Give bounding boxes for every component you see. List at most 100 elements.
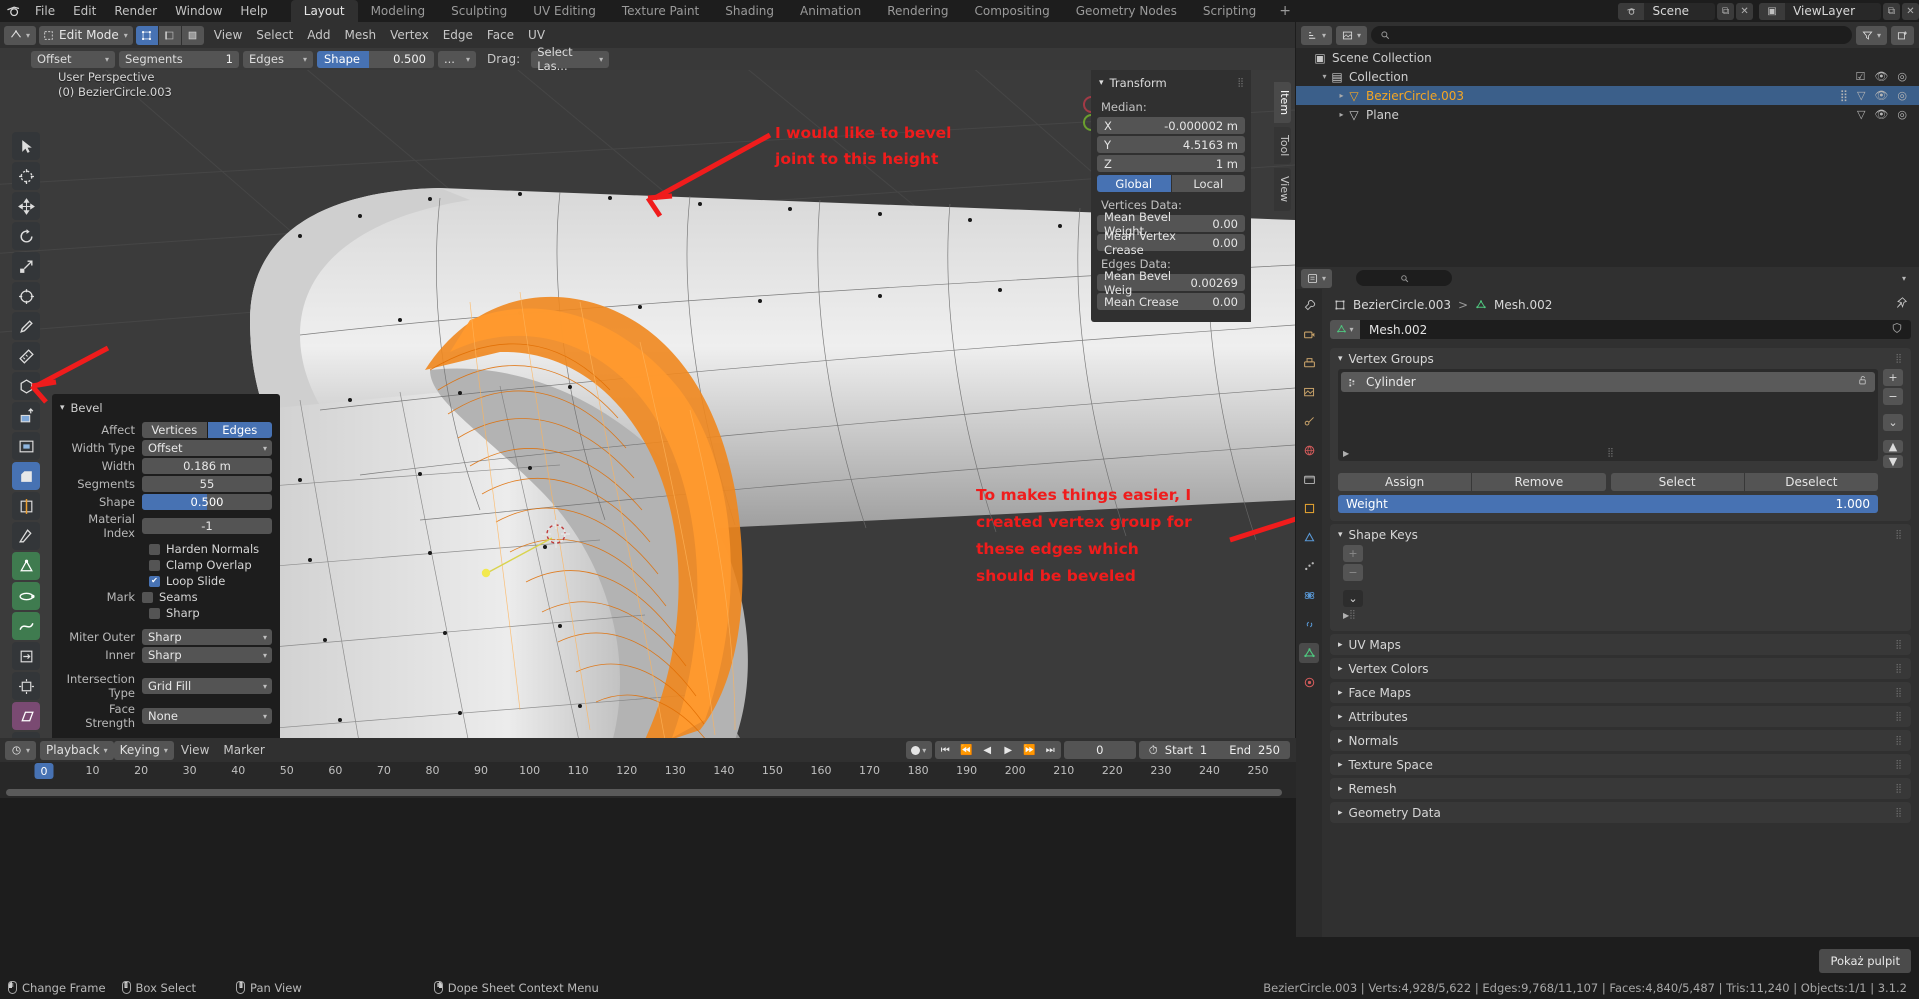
median-field-2[interactable]: Z 1 m bbox=[1097, 155, 1245, 172]
annotate-tool-icon[interactable] bbox=[12, 312, 40, 340]
sidebar-tab-item[interactable]: Item bbox=[1274, 82, 1291, 124]
bevel-clamp-overlap-row[interactable]: Clamp Overlap bbox=[60, 558, 272, 572]
eye-icon[interactable]: 👁 bbox=[1874, 70, 1888, 83]
add-cube-tool-icon[interactable] bbox=[12, 372, 40, 400]
bevel-miter-inner-dropdown[interactable]: Sharp ▾ bbox=[142, 647, 272, 663]
menu-render[interactable]: Render bbox=[105, 0, 166, 22]
move-up-icon[interactable]: ▲ bbox=[1883, 440, 1903, 453]
vertex-group-list[interactable]: Cylinder ▶ ⣿ bbox=[1338, 369, 1878, 461]
camera-render-icon[interactable]: ◎ bbox=[1897, 70, 1907, 83]
space-global-button[interactable]: Global bbox=[1097, 175, 1171, 192]
outliner-row-beziercircle-003[interactable]: ▸ ▽ BezierCircle.003 ⣿ ▽ 👁 ◎ bbox=[1296, 86, 1919, 105]
space-local-button[interactable]: Local bbox=[1171, 175, 1245, 192]
bevel-shape-slider[interactable]: 0.500 bbox=[142, 494, 272, 510]
render-tab-icon[interactable] bbox=[1299, 324, 1319, 344]
panel-grip[interactable]: ⣿ bbox=[1895, 354, 1903, 364]
mesh-data-id-icon[interactable]: ▾ bbox=[1330, 320, 1360, 339]
prev-keyframe-icon[interactable]: ⏪ bbox=[956, 741, 977, 759]
add-vertex-group-button[interactable]: + bbox=[1883, 369, 1903, 386]
vertices-data-field-1[interactable]: Mean Vertex Crease 0.00 bbox=[1097, 229, 1245, 257]
mode-selector[interactable]: Edit Mode ▾ bbox=[39, 25, 133, 45]
view-layer-selector[interactable]: ▣ ViewLayer bbox=[1759, 2, 1881, 20]
collection-tab-icon[interactable] bbox=[1299, 469, 1319, 489]
viewport-menu-face[interactable]: Face bbox=[480, 26, 521, 45]
bevel-panel-header[interactable]: ▾ Bevel bbox=[60, 399, 272, 422]
select-button[interactable]: Select bbox=[1610, 473, 1744, 491]
workspace-tab-animation[interactable]: Animation bbox=[787, 0, 874, 22]
median-field-1[interactable]: Y 4.5163 m bbox=[1097, 136, 1245, 153]
object-tab-icon[interactable] bbox=[1299, 498, 1319, 518]
panel-uv-maps[interactable]: ▸ UV Maps ⣿ bbox=[1330, 634, 1911, 655]
poly-build-icon[interactable] bbox=[12, 552, 40, 580]
mesh-data-icon[interactable]: ▽ bbox=[1857, 89, 1865, 102]
unlock-icon[interactable] bbox=[1857, 375, 1868, 389]
expander-icon[interactable]: ▸ bbox=[1336, 91, 1347, 100]
assign-button[interactable]: Assign bbox=[1338, 473, 1472, 491]
timeline-editor-icon[interactable]: ▾ bbox=[5, 740, 37, 760]
scale-tool-icon[interactable] bbox=[12, 252, 40, 280]
move-down-icon[interactable]: ▼ bbox=[1883, 455, 1903, 468]
pin-icon[interactable] bbox=[1895, 297, 1908, 312]
panel-grip[interactable]: ⣿ bbox=[1895, 712, 1903, 722]
viewport-menu-uv[interactable]: UV bbox=[521, 26, 552, 45]
data-tab-icon[interactable] bbox=[1299, 643, 1319, 663]
panel-grip[interactable]: ⣿ bbox=[1895, 760, 1903, 770]
viewport-menu-vertex[interactable]: Vertex bbox=[383, 26, 436, 45]
bevel-mark-sharp-row[interactable]: Sharp bbox=[60, 606, 272, 620]
panel-grip[interactable]: ⣿ bbox=[1895, 640, 1903, 650]
workspace-tab-texture-paint[interactable]: Texture Paint bbox=[609, 0, 712, 22]
mark-sharp-checkbox[interactable] bbox=[149, 607, 160, 619]
transform-tool-icon[interactable] bbox=[12, 282, 40, 310]
viewport-menu-edge[interactable]: Edge bbox=[436, 26, 480, 45]
sidebar-tab-view[interactable]: View bbox=[1274, 168, 1291, 211]
transform-panel-header[interactable]: ▾ Transform ⣿ bbox=[1097, 74, 1245, 96]
mesh-id-field[interactable]: ▾ Mesh.002 bbox=[1330, 320, 1911, 339]
measure-tool-icon[interactable] bbox=[12, 342, 40, 370]
menu-window[interactable]: Window bbox=[166, 0, 231, 22]
panel-vertex-colors[interactable]: ▸ Vertex Colors ⣿ bbox=[1330, 658, 1911, 679]
checkbox-checked-icon[interactable]: ☑ bbox=[1856, 70, 1866, 83]
playhead[interactable]: 0 bbox=[34, 763, 54, 779]
workspace-tab-modeling[interactable]: Modeling bbox=[358, 0, 439, 22]
timeline-menu-view[interactable]: View bbox=[174, 741, 216, 760]
bevel-width-type-dropdown[interactable]: Offset ▾ bbox=[142, 440, 272, 456]
bevel-width-field[interactable]: 0.186 m bbox=[142, 458, 272, 474]
mesh-name-value[interactable]: Mesh.002 bbox=[1360, 323, 1427, 337]
properties-options-dropdown[interactable]: ▾ bbox=[1902, 274, 1914, 283]
auto-keying-toggle[interactable]: ▾ bbox=[905, 741, 932, 759]
jump-start-icon[interactable]: ⏮ bbox=[935, 741, 956, 759]
delete-view-layer-button[interactable]: ✕ bbox=[1902, 2, 1919, 20]
panel-grip[interactable]: ⣿ bbox=[1895, 530, 1903, 540]
add-shape-key-button[interactable]: + bbox=[1343, 545, 1363, 562]
list-resize-grip[interactable]: ⣿ bbox=[1607, 448, 1615, 458]
shape-slider[interactable]: Shape 0.500 bbox=[317, 50, 434, 68]
sidebar-tab-tool[interactable]: Tool bbox=[1274, 127, 1291, 165]
modifier-icon[interactable]: ⣿ bbox=[1840, 89, 1848, 102]
list-item[interactable]: Cylinder bbox=[1341, 372, 1875, 392]
bevel-harden-normals-row[interactable]: Harden Normals bbox=[60, 542, 272, 556]
workspace-tab-sculpting[interactable]: Sculpting bbox=[438, 0, 520, 22]
rotate-tool-icon[interactable] bbox=[12, 222, 40, 250]
inset-faces-icon[interactable] bbox=[12, 432, 40, 460]
play-icon[interactable]: ▶ bbox=[998, 741, 1019, 759]
workspace-tab-compositing[interactable]: Compositing bbox=[961, 0, 1062, 22]
shear-tool-icon[interactable] bbox=[12, 702, 40, 730]
viewport-menu-add[interactable]: Add bbox=[300, 26, 337, 45]
shrink-fatten-icon[interactable] bbox=[12, 672, 40, 700]
loop-slide-checkbox[interactable] bbox=[149, 575, 160, 587]
blender-logo-icon[interactable] bbox=[0, 0, 26, 22]
filter-id-icon[interactable]: ▾ bbox=[1336, 25, 1368, 45]
eye-icon[interactable]: 👁 bbox=[1874, 89, 1888, 102]
view-layer-tab-icon[interactable] bbox=[1299, 382, 1319, 402]
bevel-affect-edges[interactable]: Edges bbox=[207, 422, 272, 438]
breadcrumb-data[interactable]: Mesh.002 bbox=[1494, 298, 1552, 312]
new-scene-button[interactable]: ⧉ bbox=[1717, 2, 1735, 20]
bevel-material-index-field[interactable]: -1 bbox=[142, 518, 272, 534]
world-tab-icon[interactable] bbox=[1299, 440, 1319, 460]
menu-edit[interactable]: Edit bbox=[64, 0, 105, 22]
output-tab-icon[interactable] bbox=[1299, 353, 1319, 373]
modifier-tab-icon[interactable] bbox=[1299, 527, 1319, 547]
next-keyframe-icon[interactable]: ⏩ bbox=[1019, 741, 1040, 759]
panel-grip[interactable]: ⣿ bbox=[1895, 736, 1903, 746]
panel-geometry-data[interactable]: ▸ Geometry Data ⣿ bbox=[1330, 802, 1911, 823]
